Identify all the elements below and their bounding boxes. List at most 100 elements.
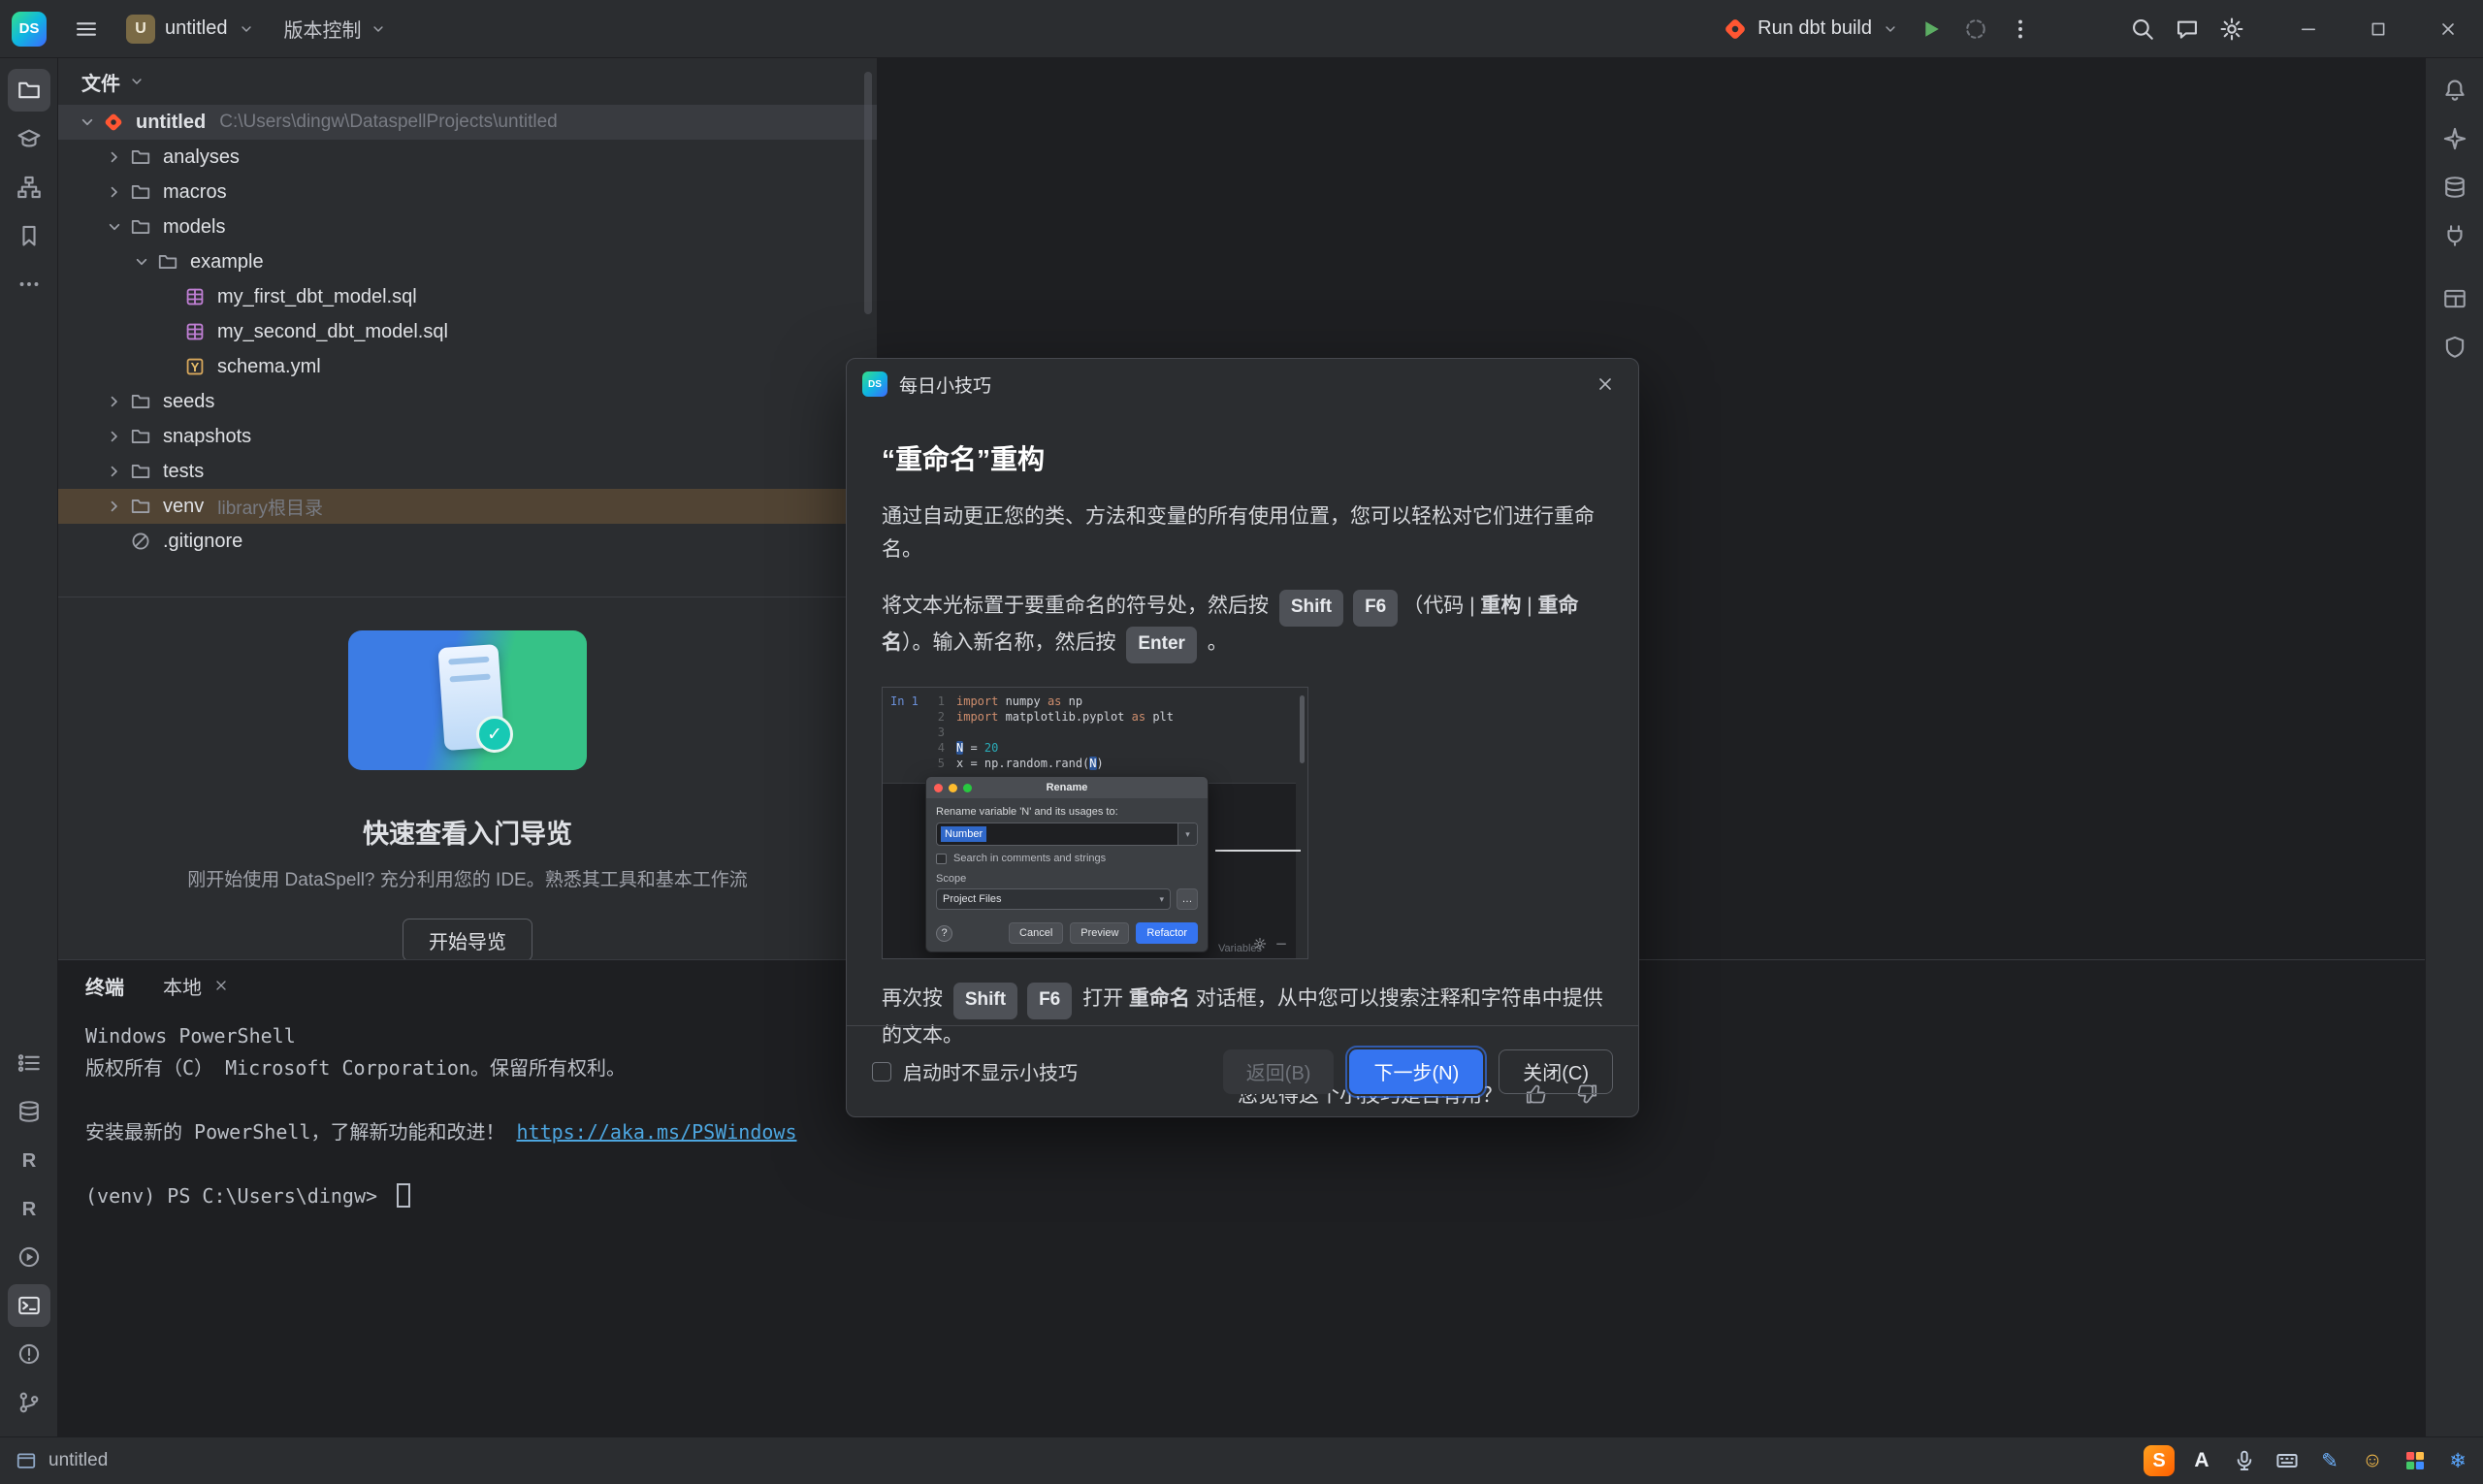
back-button[interactable]: 返回(B) [1223, 1049, 1335, 1094]
tree-item-seeds[interactable]: seeds [58, 384, 877, 419]
tree-item-models[interactable]: models [58, 210, 877, 244]
plug-icon [2442, 223, 2467, 248]
dbt-icon [1723, 16, 1748, 42]
chevron-down-icon: ▾ [1177, 823, 1197, 845]
project-panel-header[interactable]: 文件 [58, 58, 877, 105]
next-button[interactable]: 下一步(N) [1349, 1049, 1483, 1094]
feedback-button[interactable] [2165, 7, 2209, 51]
tree-item-venv[interactable]: venvlibrary根目录 [58, 489, 877, 524]
chevron-right-icon[interactable] [101, 460, 128, 483]
problems-tool-button[interactable] [8, 1333, 50, 1375]
project-tool-button[interactable] [8, 69, 50, 112]
trusted-project-button[interactable] [2434, 326, 2476, 369]
start-tour-button[interactable]: 开始导览 [403, 919, 532, 961]
tree-item-my-second-dbt-model-sql[interactable]: my_second_dbt_model.sql [58, 314, 877, 349]
keyboard-icon[interactable] [2272, 1445, 2303, 1476]
dbt-icon [101, 111, 126, 134]
feedback-icon [2175, 16, 2200, 42]
ai-icon [2442, 126, 2467, 151]
close-dialog-button[interactable] [1588, 367, 1623, 402]
promo-description: 刚开始使用 DataSpell? 充分利用您的 IDE。熟悉其工具和基本工作流 [58, 865, 877, 891]
emoji-icon[interactable]: ☺ [2357, 1445, 2388, 1476]
tree-item-label: example [190, 251, 264, 274]
tip-of-the-day-dialog: DS 每日小技巧 “重命名”重构 通过自动更正您的类、方法和变量的所有使用位置，… [846, 358, 1639, 1117]
tree-item-macros[interactable]: macros [58, 175, 877, 210]
r-graphics-tool-button[interactable]: R [8, 1187, 50, 1230]
chevron-down-icon [1882, 20, 1899, 38]
dependencies-button[interactable] [2434, 214, 2476, 257]
r-letter-icon: R [16, 1196, 42, 1221]
maximize-button[interactable] [2343, 0, 2413, 58]
search-everywhere-button[interactable] [2120, 7, 2165, 51]
tree-item-tests[interactable]: tests [58, 454, 877, 489]
version-control-tool-button[interactable] [8, 1381, 50, 1424]
project-badge: U [126, 15, 155, 44]
structure-tool-button[interactable] [8, 166, 50, 209]
ai-assistant-button[interactable] [2434, 117, 2476, 160]
tree-item-snapshots[interactable]: snapshots [58, 419, 877, 454]
minimize-icon [2299, 19, 2318, 39]
chevron-right-icon[interactable] [101, 425, 128, 448]
dialog-title: 每日小技巧 [899, 371, 991, 398]
r-console-tool-button[interactable]: R [8, 1139, 50, 1181]
emphasis-text: 重命名 [882, 595, 1579, 654]
chevron-down-icon: ▾ [1159, 894, 1164, 905]
tip-heading: “重命名”重构 [882, 438, 1603, 477]
terminal-tab-local[interactable]: 本地 [163, 972, 229, 1000]
chevron-right-icon[interactable] [101, 180, 128, 204]
todo-tool-button[interactable] [8, 1042, 50, 1084]
bookmarks-tool-button[interactable] [8, 214, 50, 257]
close-button[interactable]: 关闭(C) [1499, 1049, 1613, 1094]
vcs-widget[interactable]: 版本控制 [273, 9, 399, 48]
project-selector[interactable]: U untitled [114, 9, 267, 49]
run-button[interactable] [1909, 7, 1953, 51]
database-tool-button[interactable] [8, 1090, 50, 1133]
chevron-right-icon[interactable] [101, 495, 128, 518]
statusbar-project-widget[interactable]: untitled [16, 1450, 108, 1471]
run-tool-button[interactable] [8, 1236, 50, 1278]
dialog-buttons: 返回(B) 下一步(N) 关闭(C) [1223, 1049, 1613, 1094]
minimize-button[interactable] [2273, 0, 2343, 58]
chevron-right-icon[interactable] [101, 145, 128, 169]
mic-icon[interactable] [2229, 1445, 2260, 1476]
close-window-button[interactable] [2413, 0, 2483, 58]
checkbox-icon[interactable] [872, 1062, 891, 1081]
tree-item-schema-yml[interactable]: Yschema.yml [58, 349, 877, 384]
profiler-button[interactable] [1953, 7, 1998, 51]
tree-item-my-first-dbt-model-sql[interactable]: my_first_dbt_model.sql [58, 279, 877, 314]
tree-item-detail: library根目录 [217, 494, 323, 520]
tree-item-example[interactable]: example [58, 244, 877, 279]
terminal-link[interactable]: https://aka.ms/PSWindows [517, 1120, 797, 1144]
handwriting-icon[interactable]: ✎ [2314, 1445, 2345, 1476]
more-run-options-button[interactable] [1998, 7, 2043, 51]
database-button[interactable] [2434, 166, 2476, 209]
tree-item-gitignore[interactable]: .gitignore [58, 524, 877, 559]
tree-item-untitled[interactable]: untitledC:\Users\dingw\DataspellProjects… [58, 105, 877, 140]
help-button: ? [936, 925, 952, 942]
learn-icon [16, 126, 42, 151]
tree-item-label: seeds [163, 391, 214, 413]
chevron-right-icon[interactable] [101, 390, 128, 413]
main-menu-button[interactable] [64, 7, 109, 51]
more-tools-button[interactable] [8, 263, 50, 306]
code-line: 3 [883, 725, 1296, 740]
close-tab-icon[interactable] [213, 978, 229, 993]
tree-scrollbar[interactable] [864, 72, 872, 314]
maximize-icon [2369, 19, 2388, 39]
sogou-logo-icon[interactable]: S [2144, 1445, 2175, 1476]
terminal-tool-button[interactable] [8, 1284, 50, 1327]
learn-tool-button[interactable] [8, 117, 50, 160]
chevron-down-icon[interactable] [101, 215, 128, 239]
workspace-layout-button[interactable] [2434, 277, 2476, 320]
settings-button[interactable] [2209, 7, 2254, 51]
notifications-button[interactable] [2434, 69, 2476, 112]
chevron-down-icon[interactable] [74, 111, 101, 134]
input-mode-icon[interactable]: A [2186, 1445, 2217, 1476]
chevron-down-icon[interactable] [128, 250, 155, 274]
tree-item-analyses[interactable]: analyses [58, 140, 877, 175]
skin-icon[interactable]: ❄ [2442, 1445, 2473, 1476]
folder-icon [128, 425, 153, 448]
run-config-selector[interactable]: Run dbt build [1713, 11, 1909, 48]
dont-show-checkbox[interactable]: 启动时不显示小技巧 [872, 1057, 1078, 1085]
toolbox-icon[interactable] [2400, 1445, 2431, 1476]
